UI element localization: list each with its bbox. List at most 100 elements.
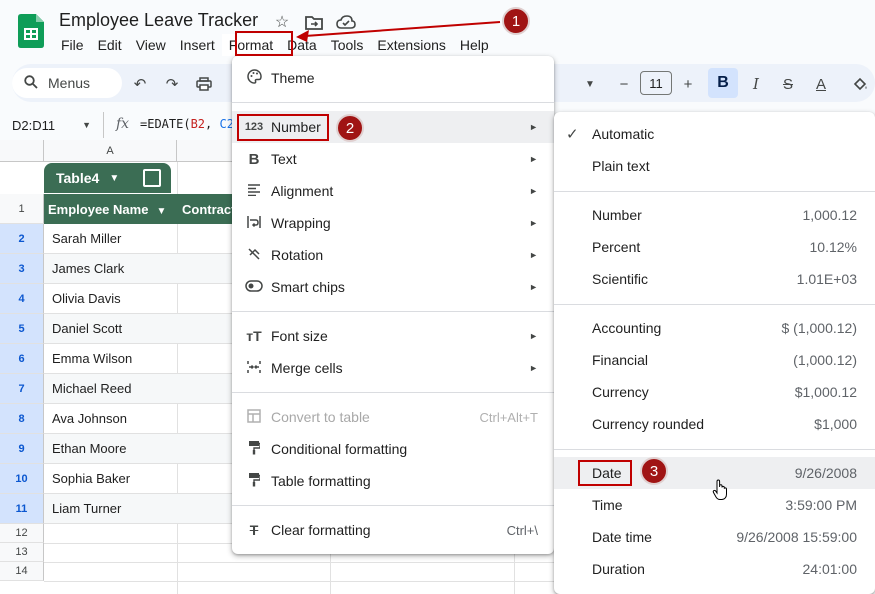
cloud-status-icon[interactable] <box>336 12 356 32</box>
formula-input[interactable]: =EDATE(B2, C2 <box>140 117 234 131</box>
number-format-duration[interactable]: Duration 24:01:00 <box>554 553 875 585</box>
row-header[interactable]: 14 <box>0 562 44 581</box>
column-title-employee-name[interactable]: Employee Name ▼ <box>48 202 166 217</box>
chevron-down-icon[interactable]: ▼ <box>156 206 166 217</box>
table-cell[interactable]: Daniel Scott <box>44 314 234 344</box>
table-cell[interactable]: Olivia Davis <box>44 284 234 314</box>
strikethrough-button[interactable]: S <box>778 74 798 94</box>
row-header[interactable]: 12 <box>0 524 44 543</box>
number-format-number[interactable]: Number 1,000.12 <box>554 199 875 231</box>
name-box[interactable]: D2:D11 ▼ <box>0 112 104 138</box>
row-header[interactable]: 7 <box>0 374 44 404</box>
menu-extensions[interactable]: Extensions <box>370 34 452 56</box>
fill-color-icon[interactable] <box>850 74 870 94</box>
column-title-contract[interactable]: Contract <box>182 202 235 217</box>
text-color-button[interactable]: A <box>811 74 831 94</box>
name-box-caret-icon: ▼ <box>82 120 91 130</box>
move-folder-icon[interactable] <box>304 12 324 32</box>
font-size-input[interactable]: 11 <box>640 71 672 95</box>
star-icon[interactable]: ☆ <box>272 12 292 32</box>
row-header[interactable]: 5 <box>0 314 44 344</box>
number-format-label: Percent <box>592 239 641 255</box>
table-view-icon[interactable] <box>143 169 161 187</box>
table-cell[interactable]: Michael Reed <box>44 374 234 404</box>
row-header[interactable]: 6 <box>0 344 44 374</box>
menu-item-wrapping[interactable]: Wrapping ► <box>232 207 554 239</box>
table-cell[interactable]: James Clark <box>44 254 234 284</box>
select-all-corner[interactable] <box>0 140 44 162</box>
table-cell[interactable]: Liam Turner <box>44 494 234 524</box>
document-title[interactable]: Employee Leave Tracker <box>59 10 258 31</box>
bold-button[interactable]: B <box>708 68 738 98</box>
menu-separator <box>554 191 875 192</box>
font-dropdown-caret-icon[interactable]: ▼ <box>580 74 600 94</box>
menu-tools[interactable]: Tools <box>324 34 371 56</box>
number-format-label: Currency rounded <box>592 416 705 432</box>
menu-item-clear-formatting[interactable]: T Clear formatting Ctrl+\ <box>232 514 554 546</box>
row-header[interactable]: 13 <box>0 543 44 562</box>
menu-help[interactable]: Help <box>453 34 496 56</box>
decrease-font-size-icon[interactable]: − <box>614 74 634 94</box>
row-header[interactable]: 10 <box>0 464 44 494</box>
menu-item-theme[interactable]: Theme <box>232 62 554 94</box>
menu-separator <box>554 449 875 450</box>
formula-separator: , <box>205 117 220 131</box>
menu-item-label: Table formatting <box>271 473 371 489</box>
menu-item-label: Rotation <box>271 247 324 263</box>
number-format-label: Number <box>592 207 642 223</box>
submenu-arrow-icon: ► <box>529 282 538 292</box>
menu-item-merge-cells[interactable]: Merge cells ► <box>232 352 554 384</box>
number-format-example: $1,000 <box>814 416 857 432</box>
row-header[interactable]: 2 <box>0 224 44 254</box>
number-format-accounting[interactable]: Accounting $ (1,000.12) <box>554 312 875 344</box>
menu-view[interactable]: View <box>129 34 173 56</box>
row-header[interactable]: 1 <box>0 194 44 224</box>
menu-item-rotation[interactable]: Rotation ► <box>232 239 554 271</box>
formula-prefix: =EDATE( <box>140 117 191 131</box>
number-format-financial[interactable]: Financial (1,000.12) <box>554 344 875 376</box>
row-header[interactable]: 9 <box>0 434 44 464</box>
undo-icon[interactable]: ↶ <box>130 74 150 94</box>
row-header[interactable]: 11 <box>0 494 44 524</box>
menu-item-font-size[interactable]: тT Font size ► <box>232 320 554 352</box>
row-header[interactable]: 8 <box>0 404 44 434</box>
number-format-plain-text[interactable]: Plain text <box>554 150 875 182</box>
table-cell[interactable]: Ava Johnson <box>44 404 234 434</box>
search-menus-button[interactable]: Menus <box>12 68 122 98</box>
menu-file[interactable]: File <box>54 34 91 56</box>
number-format-currency-rounded[interactable]: Currency rounded $1,000 <box>554 408 875 440</box>
number-format-scientific[interactable]: Scientific 1.01E+03 <box>554 263 875 295</box>
redo-icon[interactable]: ↷ <box>162 74 182 94</box>
table-cell[interactable]: Sophia Baker <box>44 464 234 494</box>
increase-font-size-icon[interactable]: + <box>678 74 698 94</box>
menu-item-shortcut: Ctrl+\ <box>506 522 538 538</box>
menu-item-table-formatting[interactable]: Table formatting <box>232 465 554 497</box>
menu-item-conditional-formatting[interactable]: Conditional formatting <box>232 433 554 465</box>
menu-item-alignment[interactable]: Alignment ► <box>232 175 554 207</box>
number-format-percent[interactable]: Percent 10.12% <box>554 231 875 263</box>
row-header[interactable]: 3 <box>0 254 44 284</box>
formula-ref-b2: B2 <box>190 117 206 131</box>
menu-item-smart-chips[interactable]: Smart chips ► <box>232 271 554 303</box>
print-icon[interactable] <box>194 74 214 94</box>
callout-badge-1: 1 <box>502 7 530 35</box>
table-cell[interactable]: Sarah Miller <box>44 224 234 254</box>
table-cell[interactable]: Ethan Moore <box>44 434 234 464</box>
menu-insert[interactable]: Insert <box>173 34 222 56</box>
number-format-date-time[interactable]: Date time 9/26/2008 15:59:00 <box>554 521 875 553</box>
menu-separator <box>232 311 554 312</box>
row-header[interactable]: 4 <box>0 284 44 314</box>
italic-button[interactable]: I <box>746 74 766 94</box>
table-name-chip[interactable]: Table4 ▼ <box>44 163 171 193</box>
table-cell[interactable]: Emma Wilson <box>44 344 234 374</box>
submenu-arrow-icon: ► <box>529 122 538 132</box>
callout-badge-3: 3 <box>640 457 668 485</box>
number-format-label: Currency <box>592 384 649 400</box>
column-header-a[interactable]: A <box>44 140 177 162</box>
number-format-currency[interactable]: Currency $1,000.12 <box>554 376 875 408</box>
menu-edit[interactable]: Edit <box>91 34 129 56</box>
menu-item-text[interactable]: B Text ► <box>232 143 554 175</box>
sheets-logo-icon[interactable] <box>18 14 44 48</box>
number-format-automatic[interactable]: ✓ Automatic <box>554 118 875 150</box>
table-name: Table4 <box>56 170 100 186</box>
